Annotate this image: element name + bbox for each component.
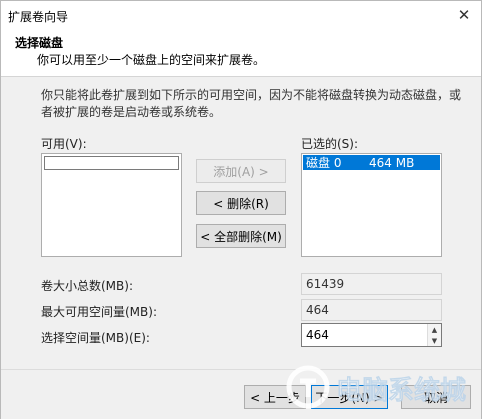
- next-button[interactable]: 下一步(N) >: [311, 385, 388, 409]
- wizard-header: 选择磁盘 你可以用至少一个磁盘上的空间来扩展卷。: [1, 31, 481, 77]
- remove-all-button[interactable]: < 全部删除(M): [196, 224, 286, 248]
- total-size-field: 61439: [301, 273, 442, 295]
- available-list-empty-row: [44, 156, 179, 170]
- header-title: 选择磁盘: [15, 36, 64, 50]
- extend-volume-wizard-window: 扩展卷向导 ✕ 选择磁盘 你可以用至少一个磁盘上的空间来扩展卷。 你只能将此卷扩…: [0, 0, 482, 419]
- selected-item-disk: 磁盘 0: [306, 156, 342, 170]
- description-text: 你只能将此卷扩展到如下所示的可用空间，因为不能将磁盘转换为动态磁盘，或者被扩展的…: [41, 88, 462, 119]
- remove-button[interactable]: < 删除(R): [196, 191, 286, 215]
- select-space-value: 464: [306, 328, 329, 342]
- selected-list-item[interactable]: 磁盘 0 464 MB: [303, 155, 440, 170]
- window-title: 扩展卷向导: [8, 10, 69, 24]
- selected-label: 已选的(S):: [301, 137, 359, 151]
- header-subtitle: 你可以用至少一个磁盘上的空间来扩展卷。: [37, 53, 266, 67]
- selected-listbox[interactable]: 磁盘 0 464 MB: [301, 153, 442, 257]
- spin-up-icon[interactable]: ▲: [428, 324, 441, 335]
- add-button[interactable]: 添加(A) >: [196, 159, 286, 183]
- close-icon[interactable]: ✕: [453, 5, 475, 25]
- available-listbox[interactable]: [41, 153, 182, 257]
- available-label: 可用(V):: [41, 137, 87, 151]
- title-bar: 扩展卷向导 ✕: [1, 1, 481, 31]
- back-button[interactable]: < 上一步: [244, 385, 306, 409]
- selected-item-size: 464 MB: [369, 155, 415, 170]
- total-size-label: 卷大小总数(MB):: [41, 279, 133, 293]
- cancel-button[interactable]: 取消: [401, 385, 471, 409]
- spin-buttons: ▲ ▼: [427, 324, 441, 346]
- spin-down-icon[interactable]: ▼: [428, 335, 441, 346]
- max-space-label: 最大可用空间量(MB):: [41, 305, 157, 319]
- select-space-spinbox[interactable]: 464 ▲ ▼: [301, 323, 442, 347]
- max-space-field: 464: [301, 299, 442, 321]
- select-space-label: 选择空间量(MB)(E):: [41, 331, 150, 345]
